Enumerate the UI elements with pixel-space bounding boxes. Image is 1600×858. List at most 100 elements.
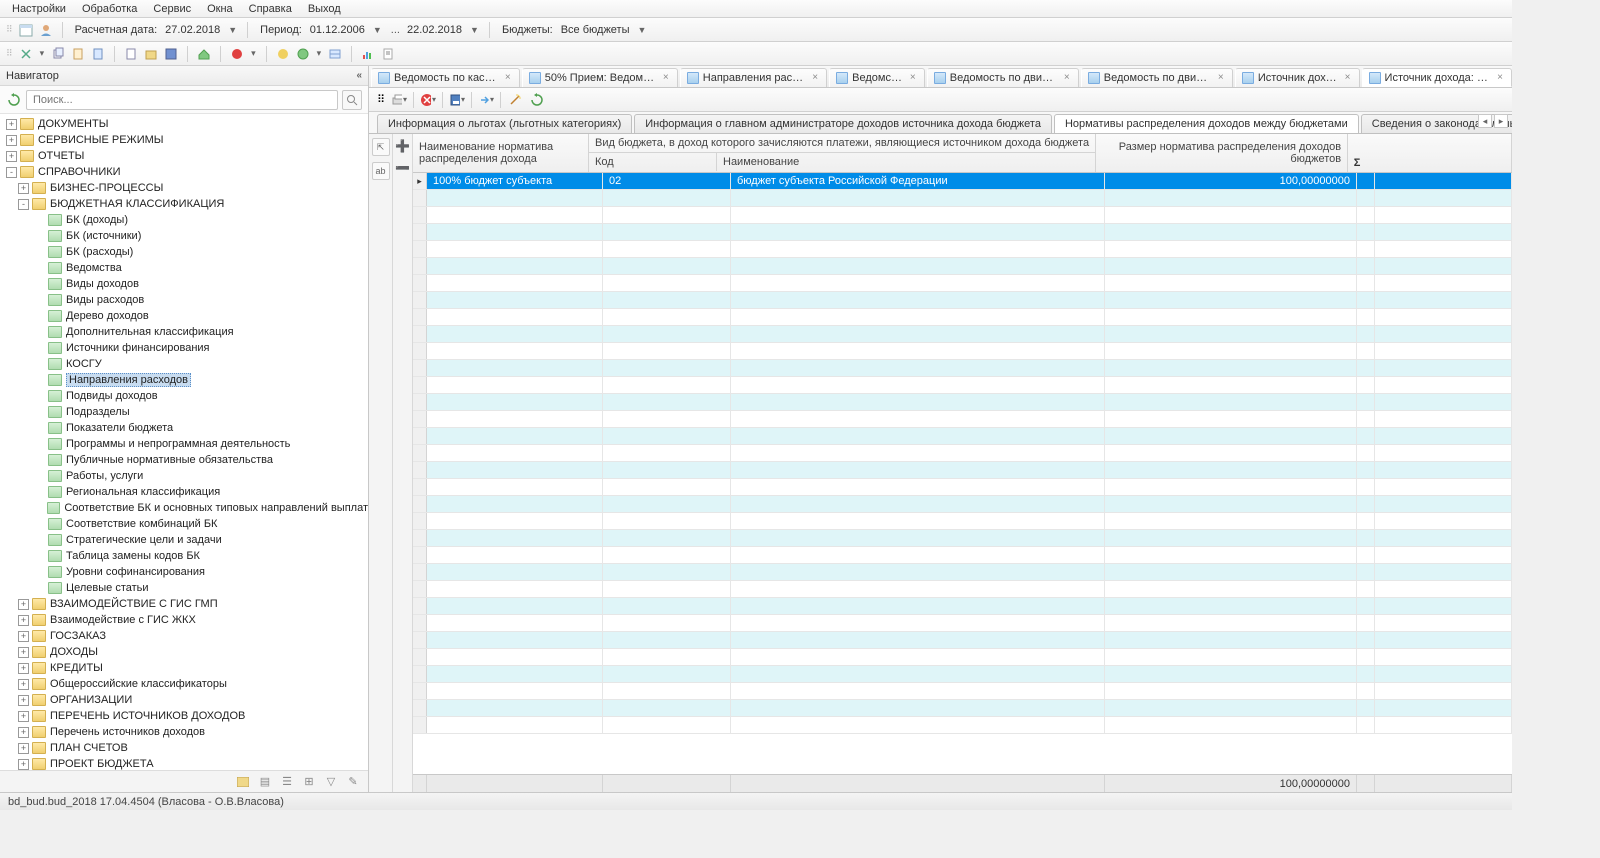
cell[interactable] [427, 615, 603, 631]
cell[interactable] [731, 343, 1105, 359]
table-row[interactable] [413, 513, 1512, 530]
cell[interactable] [731, 411, 1105, 427]
cell[interactable] [427, 530, 603, 546]
table-icon[interactable] [327, 46, 343, 62]
dropdown[interactable]: ▾ [38, 48, 47, 59]
close-icon[interactable]: × [503, 73, 513, 83]
cell[interactable] [603, 292, 731, 308]
cell[interactable] [731, 360, 1105, 376]
tree-node[interactable]: Публичные нормативные обязательства [0, 452, 368, 468]
cell[interactable] [1105, 547, 1357, 563]
table-row[interactable] [413, 309, 1512, 326]
grid-body[interactable]: ▸100% бюджет субъекта02бюджет субъекта Р… [413, 173, 1512, 774]
doctab[interactable]: Ведомость по движе...× [1081, 68, 1233, 87]
cell[interactable] [603, 479, 731, 495]
cell[interactable] [1105, 462, 1357, 478]
cut-icon[interactable] [18, 46, 34, 62]
table-row[interactable] [413, 292, 1512, 309]
tree-node[interactable]: Дополнительная классификация [0, 324, 368, 340]
menu-item[interactable]: Обработка [74, 2, 145, 16]
cell[interactable] [603, 343, 731, 359]
gear-yellow-icon[interactable] [275, 46, 291, 62]
cell[interactable] [731, 564, 1105, 580]
cell[interactable] [1105, 377, 1357, 393]
twisty-icon[interactable]: + [6, 151, 17, 162]
pin-icon[interactable]: ✎ [346, 775, 360, 789]
cell[interactable] [603, 513, 731, 529]
cell[interactable] [731, 275, 1105, 291]
table-row[interactable] [413, 547, 1512, 564]
cell[interactable] [427, 207, 603, 223]
cell[interactable] [603, 683, 731, 699]
table-row[interactable] [413, 462, 1512, 479]
tab-next[interactable]: ▸ [1494, 114, 1508, 128]
cell[interactable] [427, 428, 603, 444]
cell[interactable] [1105, 666, 1357, 682]
table-row[interactable] [413, 360, 1512, 377]
cell[interactable] [1105, 343, 1357, 359]
cell[interactable] [1105, 207, 1357, 223]
cell[interactable] [427, 598, 603, 614]
twisty-icon[interactable]: + [18, 599, 29, 610]
calc-date-dropdown[interactable]: ▼ [226, 25, 239, 35]
table-row[interactable] [413, 394, 1512, 411]
cell[interactable] [427, 445, 603, 461]
table-row[interactable] [413, 649, 1512, 666]
twisty-icon[interactable]: + [6, 135, 17, 146]
cell[interactable] [427, 292, 603, 308]
cell[interactable] [1105, 479, 1357, 495]
cell[interactable] [1105, 241, 1357, 257]
cell[interactable] [427, 224, 603, 240]
menu-item[interactable]: Сервис [145, 2, 199, 16]
cell[interactable] [1105, 309, 1357, 325]
tree-node[interactable]: Соответствие комбинаций БК [0, 516, 368, 532]
tree-node[interactable]: Подразделы [0, 404, 368, 420]
tree-node[interactable]: +ОРГАНИЗАЦИИ [0, 692, 368, 708]
table-row[interactable] [413, 411, 1512, 428]
cell[interactable] [427, 377, 603, 393]
refresh-green-icon[interactable] [529, 92, 545, 108]
cell[interactable] [731, 292, 1105, 308]
cell[interactable] [731, 309, 1105, 325]
cell[interactable] [731, 615, 1105, 631]
table-row[interactable] [413, 326, 1512, 343]
twisty-icon[interactable]: - [18, 199, 29, 210]
twisty-icon[interactable]: + [18, 631, 29, 642]
rec-red-icon[interactable] [229, 46, 245, 62]
tree-node[interactable]: БК (расходы) [0, 244, 368, 260]
tree-node[interactable]: +ПРОЕКТ БЮДЖЕТА [0, 756, 368, 770]
cell[interactable] [603, 598, 731, 614]
tree-node[interactable]: +ОТЧЕТЫ [0, 148, 368, 164]
table-row[interactable] [413, 632, 1512, 649]
cell[interactable] [1105, 513, 1357, 529]
search-button[interactable] [342, 90, 362, 110]
chart-icon[interactable] [360, 46, 376, 62]
cell[interactable] [603, 666, 731, 682]
cell[interactable] [731, 717, 1105, 733]
cell[interactable] [427, 564, 603, 580]
cell[interactable] [603, 326, 731, 342]
list-icon[interactable]: ☰ [280, 775, 294, 789]
tree-node[interactable]: Целевые статьи [0, 580, 368, 596]
tree-node[interactable]: Соответствие БК и основных типовых напра… [0, 500, 368, 516]
table-row[interactable] [413, 717, 1512, 734]
cell[interactable] [427, 479, 603, 495]
cell[interactable] [427, 700, 603, 716]
col-code[interactable]: Код [589, 153, 717, 171]
close-icon[interactable]: × [1495, 73, 1505, 83]
cell[interactable] [427, 275, 603, 291]
tree-node[interactable]: +БИЗНЕС-ПРОЦЕССЫ [0, 180, 368, 196]
cell[interactable] [731, 224, 1105, 240]
close-icon[interactable]: × [908, 73, 918, 83]
tree-node[interactable]: +ПЕРЕЧЕНЬ ИСТОЧНИКОВ ДОХОДОВ [0, 708, 368, 724]
twisty-icon[interactable]: + [18, 615, 29, 626]
tree-node[interactable]: Таблица замены кодов БК [0, 548, 368, 564]
tree-icon[interactable]: ⊞ [302, 775, 316, 789]
tree-node[interactable]: +Перечень источников доходов [0, 724, 368, 740]
table-row[interactable] [413, 207, 1512, 224]
menu-item[interactable]: Настройки [4, 2, 74, 16]
tree-node[interactable]: Дерево доходов [0, 308, 368, 324]
subtab[interactable]: Информация о льготах (льготных категория… [377, 114, 632, 133]
subtab[interactable]: Информация о главном администраторе дохо… [634, 114, 1052, 133]
cell[interactable] [603, 224, 731, 240]
